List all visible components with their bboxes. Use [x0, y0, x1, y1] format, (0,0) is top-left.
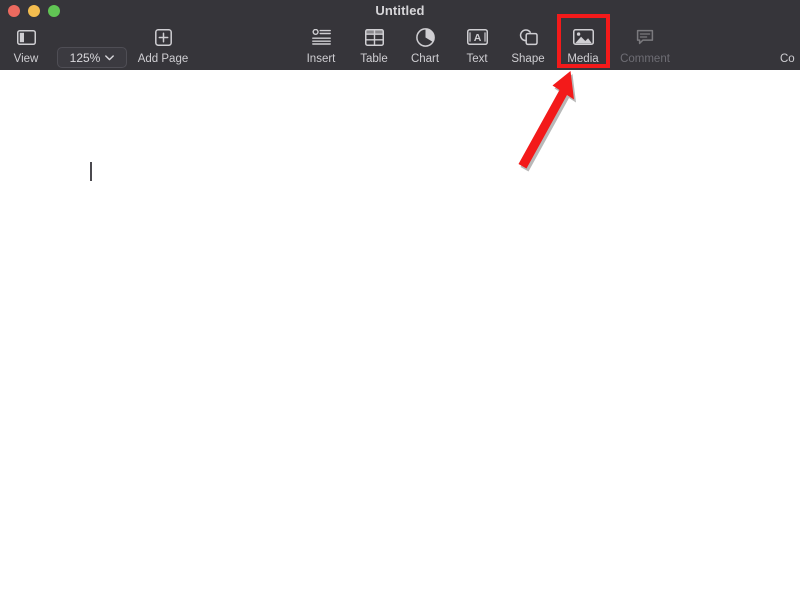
svg-text:A: A	[473, 32, 481, 44]
text-insertion-caret	[90, 162, 92, 181]
toolbar-button-view[interactable]: View	[8, 22, 44, 70]
toolbar-button-shape[interactable]: Shape	[505, 22, 551, 70]
table-grid-icon	[364, 25, 384, 49]
add-page-icon	[154, 25, 172, 49]
toolbar-button-collaborate[interactable]: Co	[780, 22, 800, 70]
toolbar-button-comment[interactable]: Comment	[613, 22, 677, 70]
window-title: Untitled	[375, 3, 425, 18]
toolbar-label-media: Media	[567, 53, 599, 65]
pie-chart-icon	[415, 25, 435, 49]
media-photo-icon	[572, 25, 594, 49]
insert-icon	[311, 25, 331, 49]
toolbar-button-insert[interactable]: Insert	[299, 22, 343, 70]
toolbar-button-add-page[interactable]: Add Page	[131, 22, 195, 70]
sidebar-panel-icon	[16, 25, 36, 49]
toolbar-label-table: Table	[360, 53, 388, 65]
main-toolbar: View Zoom 125% Add Page	[0, 22, 800, 70]
toolbar-label-chart: Chart	[410, 53, 440, 65]
toolbar-button-text[interactable]: A Text	[456, 22, 498, 70]
text-box-a-icon: A	[466, 25, 488, 49]
toolbar-label-shape: Shape	[511, 53, 545, 65]
toolbar-button-chart[interactable]: Chart	[403, 22, 447, 70]
toolbar-label-text: Text	[466, 53, 488, 65]
toolbar-label-collaborate: Co	[780, 53, 795, 65]
window-titlebar: Untitled	[0, 0, 800, 22]
keynote-window: Untitled View Zoom 125%	[0, 0, 800, 612]
toolbar-button-media[interactable]: Media	[559, 22, 607, 70]
comment-bubble-icon	[636, 25, 654, 49]
chevron-down-icon	[105, 54, 115, 60]
toolbar-label-view: View	[13, 53, 39, 65]
toolbar-label-add-page: Add Page	[137, 53, 189, 65]
toolbar-button-table[interactable]: Table	[352, 22, 396, 70]
zoom-level-dropdown[interactable]: 125%	[57, 47, 127, 68]
zoom-level-value: 125%	[69, 50, 101, 65]
toolbar-label-comment: Comment	[620, 53, 670, 65]
shapes-icon	[519, 25, 538, 49]
toolbar-label-insert: Insert	[306, 53, 336, 65]
document-canvas[interactable]	[0, 70, 800, 612]
